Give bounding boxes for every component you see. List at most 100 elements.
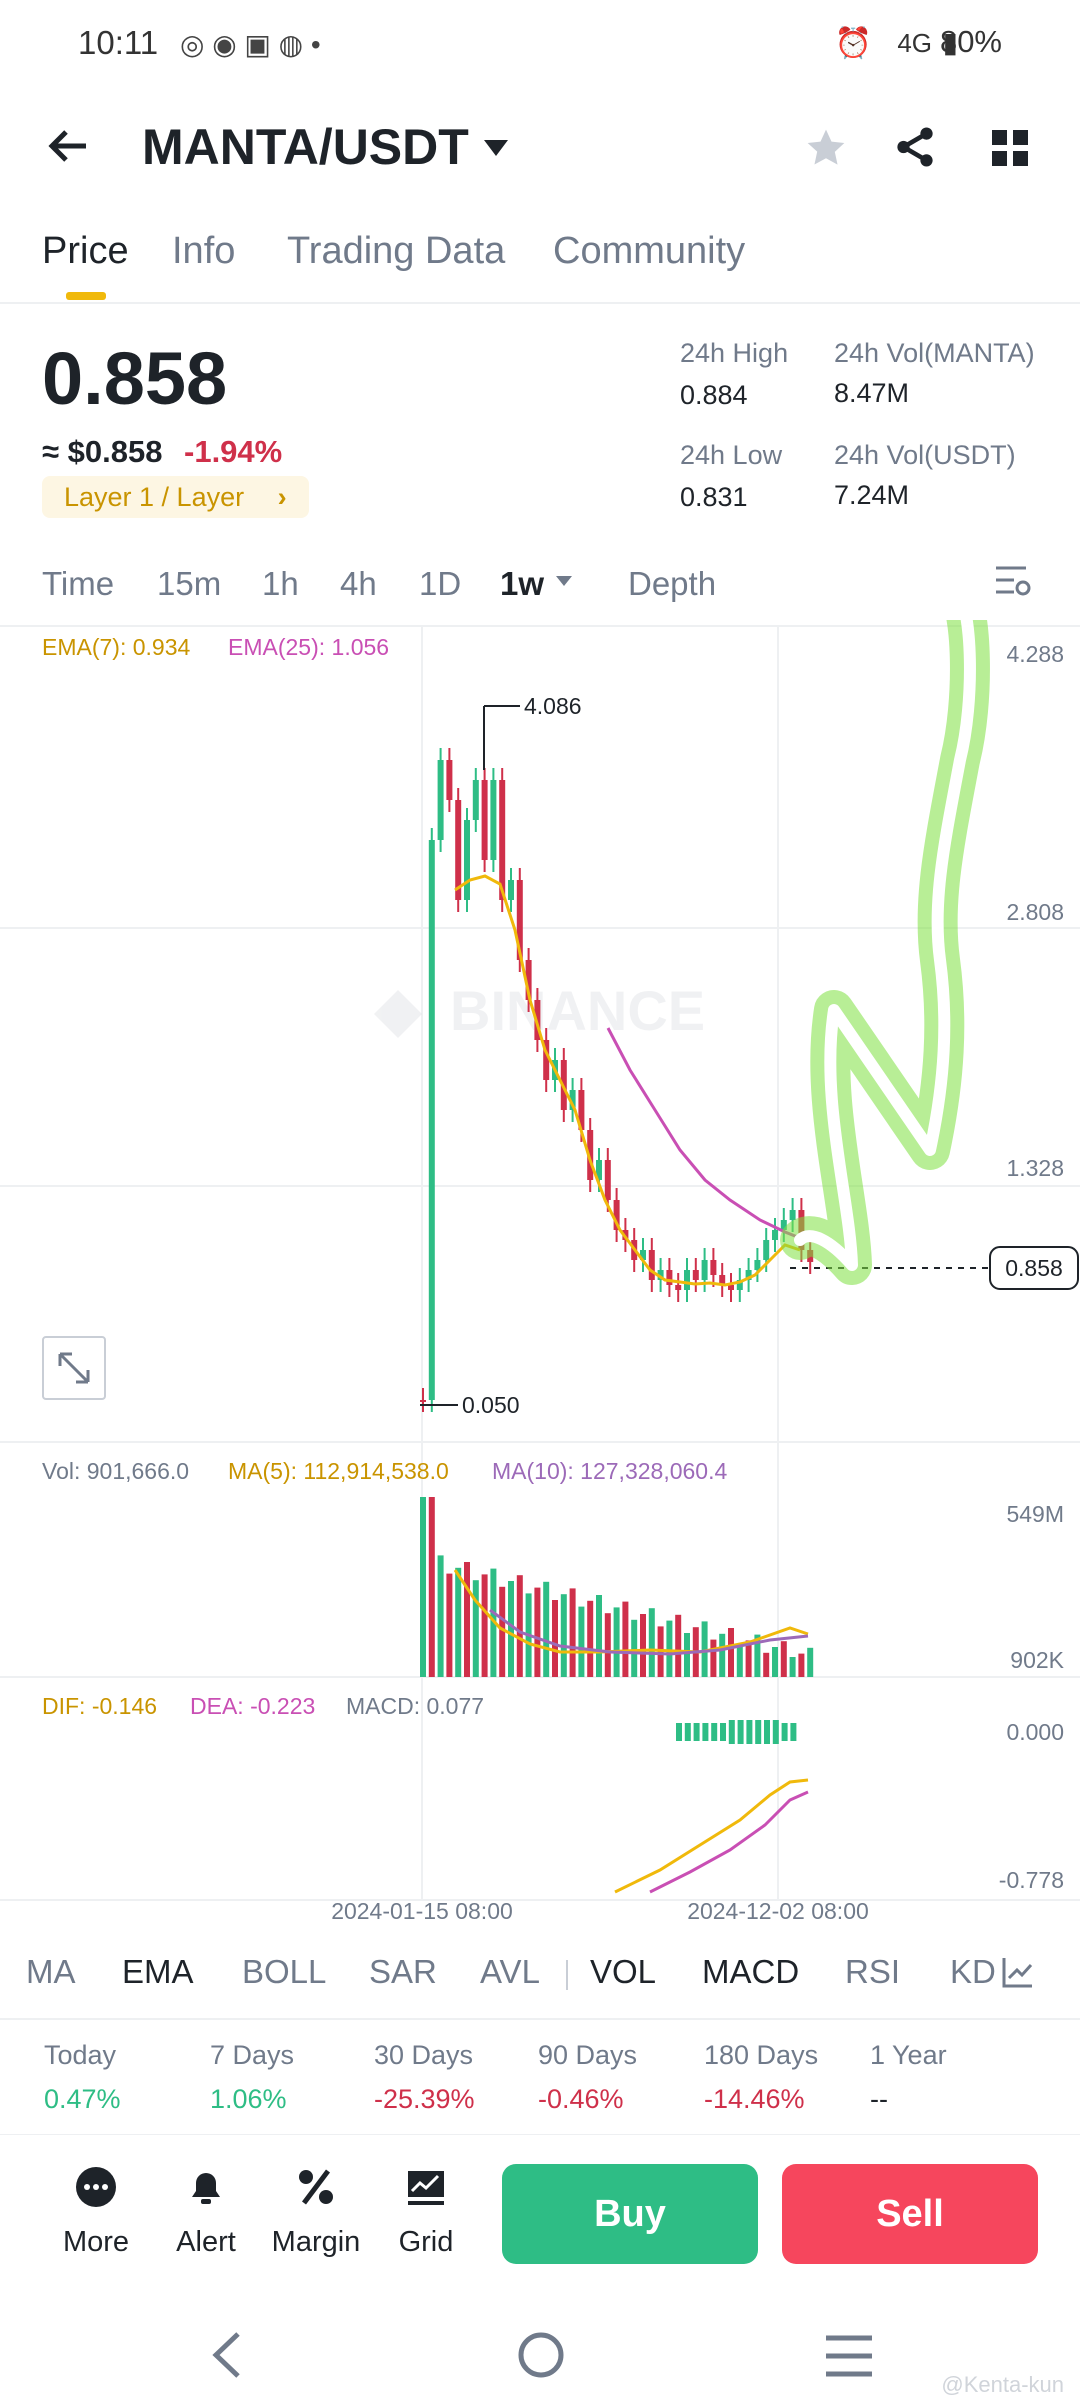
volume-bar <box>710 1639 717 1677</box>
pair-title[interactable]: MANTA/USDT <box>142 118 469 176</box>
active-tab-indicator <box>66 292 106 300</box>
more-button[interactable] <box>36 2165 156 2214</box>
candle <box>604 1160 611 1200</box>
vol-quote-value: 7.24M <box>834 480 910 510</box>
volume-bar <box>534 1587 541 1677</box>
vol-quote-label: 24h Vol(USDT) <box>834 440 1016 470</box>
volume-bar <box>736 1646 743 1677</box>
indicator-kd[interactable]: KD <box>950 1953 996 1991</box>
indicator-ema[interactable]: EMA <box>122 1953 194 1991</box>
kline-chart[interactable]: BINANCE 4.086 0.050 0.858 4.288 2.808 1.… <box>0 620 1080 1920</box>
perf-7d-label: 7 Days <box>210 2040 295 2070</box>
dif-label: DIF: -0.146 <box>42 1693 158 1719</box>
chart-settings-icon[interactable] <box>994 564 1032 605</box>
macd-bar <box>737 1720 744 1744</box>
indicator-settings-icon[interactable] <box>996 1954 1036 1995</box>
favorite-star-icon[interactable] <box>804 126 848 175</box>
volume-bar <box>516 1575 523 1677</box>
alert-button[interactable] <box>146 2165 266 2214</box>
tab-info[interactable]: Info <box>172 230 235 273</box>
interval-1d[interactable]: 1D <box>419 565 461 603</box>
buy-button[interactable]: Buy <box>502 2164 758 2264</box>
indicator-boll[interactable]: BOLL <box>242 1953 326 1991</box>
macd-tick-top: 0.000 <box>1006 1719 1064 1745</box>
ma10-label: MA(10): 127,328,060.4 <box>492 1458 728 1484</box>
candle <box>789 1210 796 1220</box>
share-icon[interactable] <box>892 124 938 175</box>
interval-1w[interactable]: 1w <box>500 565 544 603</box>
percent-icon <box>299 2169 333 2205</box>
indicator-rsi[interactable]: RSI <box>845 1953 900 1991</box>
grid-bot-icon <box>408 2171 444 2205</box>
interval-depth[interactable]: Depth <box>628 565 716 603</box>
grid-button[interactable] <box>366 2165 486 2214</box>
interval-4h[interactable]: 4h <box>340 565 377 603</box>
more-label[interactable]: More <box>36 2226 156 2259</box>
bell-icon <box>192 2173 220 2204</box>
low-mark-label: 0.050 <box>462 1392 520 1418</box>
candle <box>499 780 506 900</box>
x-label-2: 2024-12-02 08:00 <box>687 1898 869 1920</box>
pair-dropdown-icon[interactable] <box>482 138 510 163</box>
volume-bar <box>719 1633 726 1677</box>
volume-bar <box>455 1567 462 1677</box>
margin-button[interactable] <box>256 2165 376 2214</box>
nav-home-icon[interactable] <box>516 2330 566 2380</box>
credit-watermark: @Kenta-kun <box>941 2372 1064 2397</box>
macd-bar <box>720 1723 726 1741</box>
perf-30d-label: 30 Days <box>374 2040 474 2070</box>
indicator-sar[interactable]: SAR <box>369 1953 437 1991</box>
interval-15m[interactable]: 15m <box>157 565 221 603</box>
alarm-icon: ⏰ <box>834 27 872 60</box>
fullscreen-button[interactable] <box>42 1336 106 1400</box>
category-tag-label: Layer 1 / Layer <box>64 482 245 512</box>
volume-bar <box>420 1497 426 1677</box>
indicator-macd[interactable]: MACD <box>702 1953 799 1991</box>
volume-bar <box>613 1607 620 1677</box>
interval-1h[interactable]: 1h <box>262 565 299 603</box>
grid-label[interactable]: Grid <box>366 2226 486 2259</box>
candle <box>728 1285 734 1290</box>
indicator-vol[interactable]: VOL <box>590 1953 656 1991</box>
tab-community[interactable]: Community <box>553 230 745 273</box>
tab-price[interactable]: Price <box>42 230 129 273</box>
interval-time[interactable]: Time <box>42 565 114 603</box>
candles <box>420 748 814 1412</box>
nav-recents-icon[interactable] <box>824 2334 874 2378</box>
grid-menu-icon[interactable] <box>990 128 1030 173</box>
volume-bar <box>481 1574 488 1677</box>
indicator-divider <box>566 1960 568 1990</box>
ema25-line <box>606 1027 806 1242</box>
macd-bar <box>772 1720 779 1744</box>
low-value: 0.831 <box>680 482 748 512</box>
vol-base-value: 8.47M <box>834 378 910 408</box>
macd-bar <box>764 1720 770 1744</box>
perf-180d-label: 180 Days <box>704 2040 819 2070</box>
candle <box>684 1270 690 1290</box>
nav-back-icon[interactable] <box>208 2330 248 2380</box>
macd-bar <box>781 1723 788 1741</box>
perf-1y-value: -- <box>870 2084 888 2114</box>
volume-bar <box>464 1562 470 1677</box>
sell-button[interactable]: Sell <box>782 2164 1038 2264</box>
price-change: -1.94% <box>184 434 283 469</box>
back-button[interactable] <box>46 124 90 173</box>
volume-bar <box>780 1641 787 1677</box>
more-icon <box>76 2167 116 2207</box>
candle <box>648 1250 655 1280</box>
category-tag[interactable]: Layer 1 / Layer › <box>42 476 309 518</box>
margin-label[interactable]: Margin <box>256 2226 376 2259</box>
chevron-right-icon: › <box>277 482 287 512</box>
indicator-ma[interactable]: MA <box>26 1953 76 1991</box>
interval-dropdown-icon[interactable] <box>554 574 574 593</box>
volume-bar <box>631 1619 638 1677</box>
indicator-avl[interactable]: AVL <box>480 1953 540 1991</box>
tab-trading-data[interactable]: Trading Data <box>287 230 505 273</box>
status-bar: 10:11 ◎ ◉ ▣ ◍ • ⏰ 4G ▮ 80% <box>0 0 1080 90</box>
perf-today-value: 0.47% <box>44 2084 121 2114</box>
alert-label[interactable]: Alert <box>146 2226 266 2259</box>
volume-bar <box>578 1606 585 1677</box>
volume-bar <box>587 1600 594 1677</box>
network-label: 4G <box>897 28 932 58</box>
macd-bar <box>676 1723 682 1741</box>
